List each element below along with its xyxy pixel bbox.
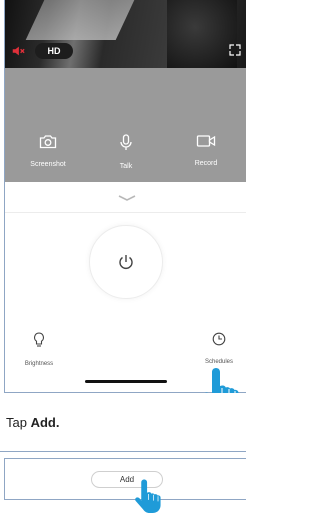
divider xyxy=(5,212,246,213)
instruction-text: Tap Add. xyxy=(6,415,59,430)
instruction-caption: Tap Add. xyxy=(0,393,246,451)
clock-icon xyxy=(212,332,226,346)
talk-label: Talk xyxy=(119,163,133,170)
phone-screen: HD Screenshot Talk Record Brightness Sch… xyxy=(4,0,246,393)
divider xyxy=(0,451,246,452)
home-indicator xyxy=(85,380,167,383)
microphone-icon xyxy=(120,134,132,150)
screenshot-button[interactable]: Screenshot xyxy=(13,134,83,171)
speaker-muted-icon[interactable] xyxy=(11,44,25,58)
video-wall xyxy=(25,0,135,40)
instruction-bold: Add. xyxy=(30,415,60,430)
video-record-icon xyxy=(196,135,216,147)
quality-hd-button[interactable]: HD xyxy=(35,43,73,59)
talk-button[interactable]: Talk xyxy=(91,134,161,173)
brightness-label: Brightness xyxy=(24,361,54,367)
device-controls: Brightness Schedules xyxy=(5,182,246,392)
chevron-down-icon[interactable] xyxy=(117,194,137,202)
add-panel: Add xyxy=(4,458,246,500)
power-icon xyxy=(119,255,133,269)
pointing-hand-icon xyxy=(135,479,161,513)
schedules-button[interactable]: Schedules xyxy=(189,332,246,368)
power-button[interactable] xyxy=(89,225,163,299)
record-button[interactable]: Record xyxy=(171,134,241,170)
control-panel: Screenshot Talk Record xyxy=(5,68,246,182)
instruction-prefix: Tap xyxy=(6,415,31,430)
schedules-label: Schedules xyxy=(204,359,234,365)
live-video-feed[interactable]: HD xyxy=(5,0,246,68)
record-label: Record xyxy=(194,160,218,167)
expand-icon[interactable] xyxy=(229,44,241,56)
camera-icon xyxy=(39,135,57,149)
screenshot-label: Screenshot xyxy=(30,161,66,168)
brightness-button[interactable]: Brightness xyxy=(9,332,69,370)
video-hedge xyxy=(167,0,237,68)
lightbulb-icon xyxy=(34,332,44,347)
